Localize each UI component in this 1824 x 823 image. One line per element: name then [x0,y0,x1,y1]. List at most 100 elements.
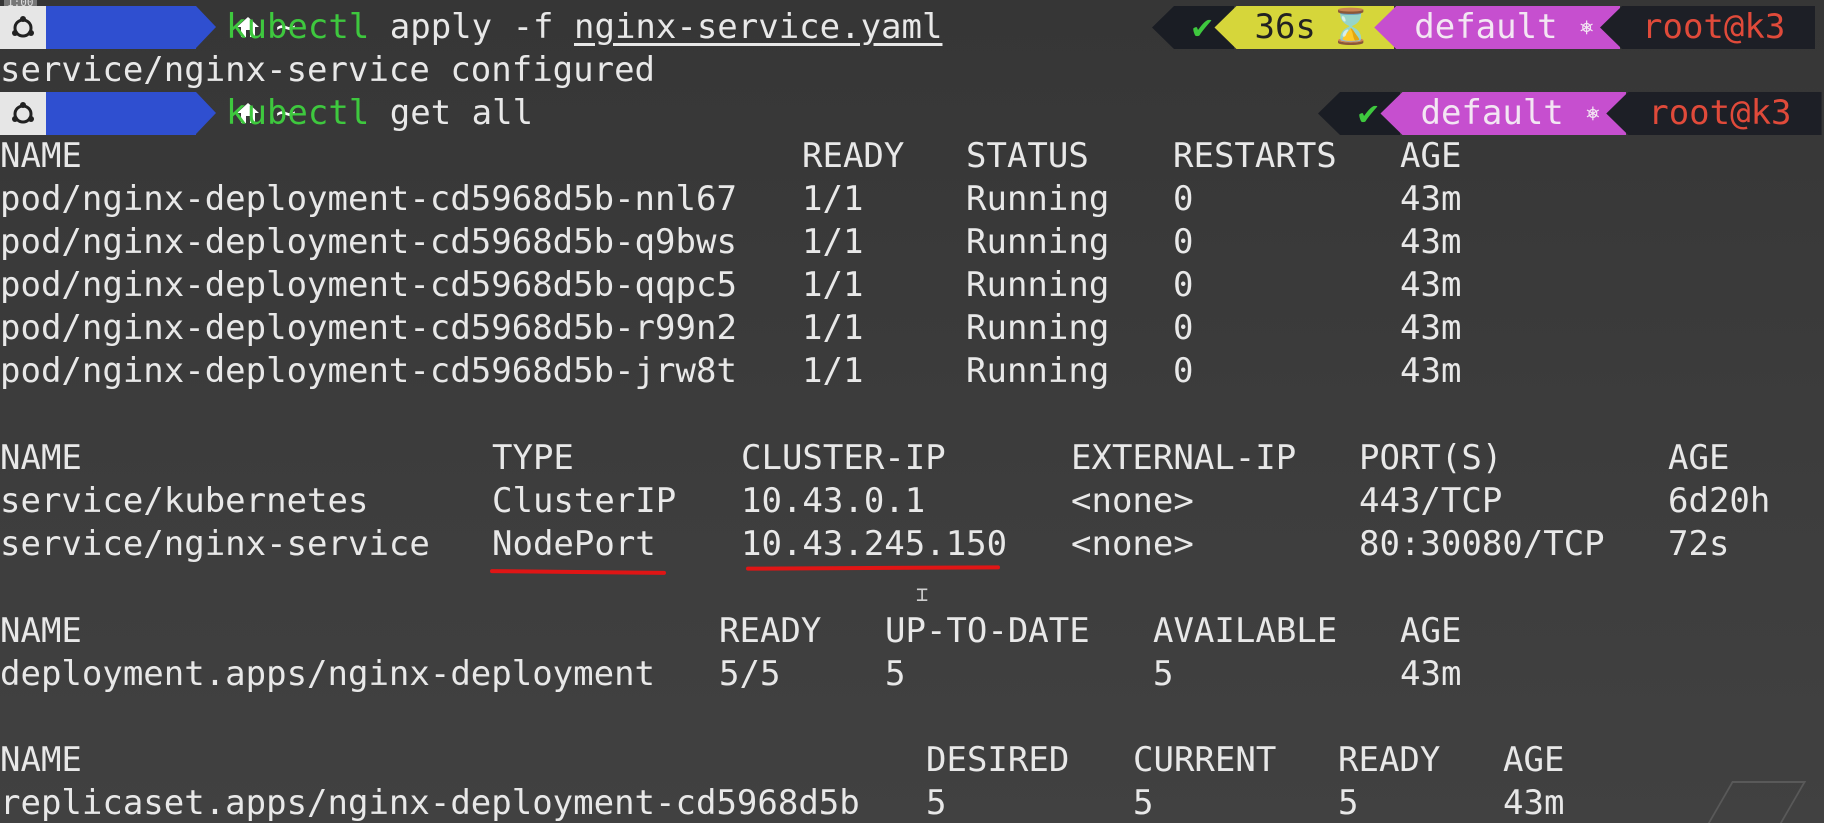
user-host: root@k3 [1642,7,1786,47]
table-cell: 1/1 [802,179,864,219]
table-header: NAME READY UP-TO-DATE AVAILABLE AGE [0,610,1461,653]
table-row: pod/nginx-deployment-cd5968d5b-jrw8t 1/1… [0,350,1461,393]
table-cell: replicaset.apps/nginx-deployment-cd5968d… [0,783,860,823]
k8s-context-segment: default ⎈ [1380,92,1627,135]
table-cell: 72s [1668,524,1730,564]
table-cell: 5 [1338,783,1359,823]
table-cell: deployment.apps/nginx-deployment [0,654,656,694]
segment-separator [196,6,216,48]
table-header: NAME TYPE CLUSTER-IP EXTERNAL-IP PORT(S)… [0,437,1729,480]
right-prompt: ✔ 36s ⌛ default ⎈ root@k3 [1152,6,1816,49]
table-cell: 443/TCP [1359,481,1503,521]
prompt-line-1: ~ kubectl apply -f nginx-service.yaml ✔ … [0,6,1824,49]
exec-time: 36s [1254,7,1316,47]
table-cell: 5 [885,654,906,694]
table-cell: 0 [1173,351,1194,391]
terminal-window[interactable]: 1:00 ~ kubectl apply -f nginx-service.ya… [0,0,1824,823]
table-cell: 43m [1503,783,1565,823]
table-cell: 80:30080/TCP [1359,524,1605,564]
table-cell: pod/nginx-deployment-cd5968d5b-qqpc5 [0,265,737,305]
table-cell: 43m [1400,265,1462,305]
table-cell: pod/nginx-deployment-cd5968d5b-r99n2 [0,308,737,348]
table-cell: 0 [1173,308,1194,348]
table-cell: ClusterIP [492,481,677,521]
k8s-context: default [1420,93,1564,133]
table-row: deployment.apps/nginx-deployment 5/5 5 5… [0,653,1461,696]
table-cell: pod/nginx-deployment-cd5968d5b-nnl67 [0,179,737,219]
column-header: AGE [1503,740,1565,780]
table-cell: 10.43.0.1 [741,481,926,521]
command-text: kubectl apply -f nginx-service.yaml [226,6,942,49]
column-header: RESTARTS [1173,136,1337,176]
column-header: NAME [0,740,82,780]
table-cell: 43m [1400,308,1462,348]
exec-time-segment: 36s ⌛ [1214,6,1395,49]
table-cell: 43m [1400,222,1462,262]
nodeport-underline-annotation [489,569,667,575]
column-header: READY [719,611,822,651]
table-cell: <none> [1071,481,1194,521]
table-cell: Running [966,179,1110,219]
table-cell: 1/1 [802,351,864,391]
hourglass-icon: ⌛ [1329,7,1373,47]
command-file-arg: nginx-service.yaml [574,7,943,47]
table-cell: 5 [1133,783,1154,823]
table-cell: pod/nginx-deployment-cd5968d5b-jrw8t [0,351,737,391]
table-cell: service/kubernetes [0,481,369,521]
linux-icon [0,92,46,135]
column-header: READY [1338,740,1441,780]
user-host: root@k3 [1648,93,1792,133]
command-name: kubectl [226,7,370,47]
text-cursor-icon: ⌶ [916,582,929,606]
table-cell: <none> [1071,524,1194,564]
column-header: AVAILABLE [1153,611,1338,651]
table-row: service/nginx-service NodePort 10.43.245… [0,523,1729,566]
helm-icon: ⎈ [1579,13,1594,41]
table-cell: 0 [1173,265,1194,305]
directory-segment: ~ [46,92,296,135]
k8s-context: default [1414,7,1558,47]
watermark-logo [1707,781,1807,823]
command-args: apply -f [369,7,574,47]
table-row: pod/nginx-deployment-cd5968d5b-nnl67 1/1… [0,178,1461,221]
column-header: EXTERNAL-IP [1071,438,1297,478]
table-cell: Running [966,222,1110,262]
table-row: replicaset.apps/nginx-deployment-cd5968d… [0,782,1564,823]
column-header: STATUS [966,136,1089,176]
table-cell: 1/1 [802,308,864,348]
table-header: NAME DESIRED CURRENT READY AGE [0,739,1564,782]
table-header: NAME READY STATUS RESTARTS AGE [0,135,1461,178]
table-cell: 43m [1400,179,1462,219]
column-header: CLUSTER-IP [741,438,946,478]
table-cell: 0 [1173,222,1194,262]
table-cell: 43m [1400,654,1462,694]
table-cell: NodePort [492,524,656,564]
table-row: pod/nginx-deployment-cd5968d5b-r99n2 1/1… [0,307,1461,350]
k8s-context-segment: default ⎈ [1374,6,1620,49]
column-header: AGE [1668,438,1730,478]
prompt-line-2: ~ kubectl get all ✔ default ⎈ root@k3 [0,92,1824,135]
table-row: pod/nginx-deployment-cd5968d5b-qqpc5 1/1… [0,264,1461,307]
column-header: AGE [1400,611,1462,651]
segment-separator [196,92,216,134]
column-header: UP-TO-DATE [885,611,1090,651]
table-cell: 43m [1400,351,1462,391]
linux-icon [0,6,46,49]
table-cell: Running [966,308,1110,348]
column-header: AGE [1400,136,1462,176]
column-header: DESIRED [926,740,1070,780]
table-cell: Running [966,351,1110,391]
directory-segment: ~ [46,6,296,49]
right-prompt: ✔ default ⎈ root@k3 [1318,92,1822,135]
cluster-ip-underline-annotation [745,565,1001,571]
table-cell: 5 [1153,654,1174,694]
table-cell: service/nginx-service [0,524,430,564]
column-header: PORT(S) [1359,438,1503,478]
table-cell: 1/1 [802,222,864,262]
user-host-segment: root@k3 [1606,92,1822,135]
column-header: NAME [0,136,82,176]
table-cell: 5/5 [719,654,781,694]
helm-icon: ⎈ [1585,99,1601,127]
table-cell: 5 [926,783,947,823]
table-cell: 1/1 [802,265,864,305]
